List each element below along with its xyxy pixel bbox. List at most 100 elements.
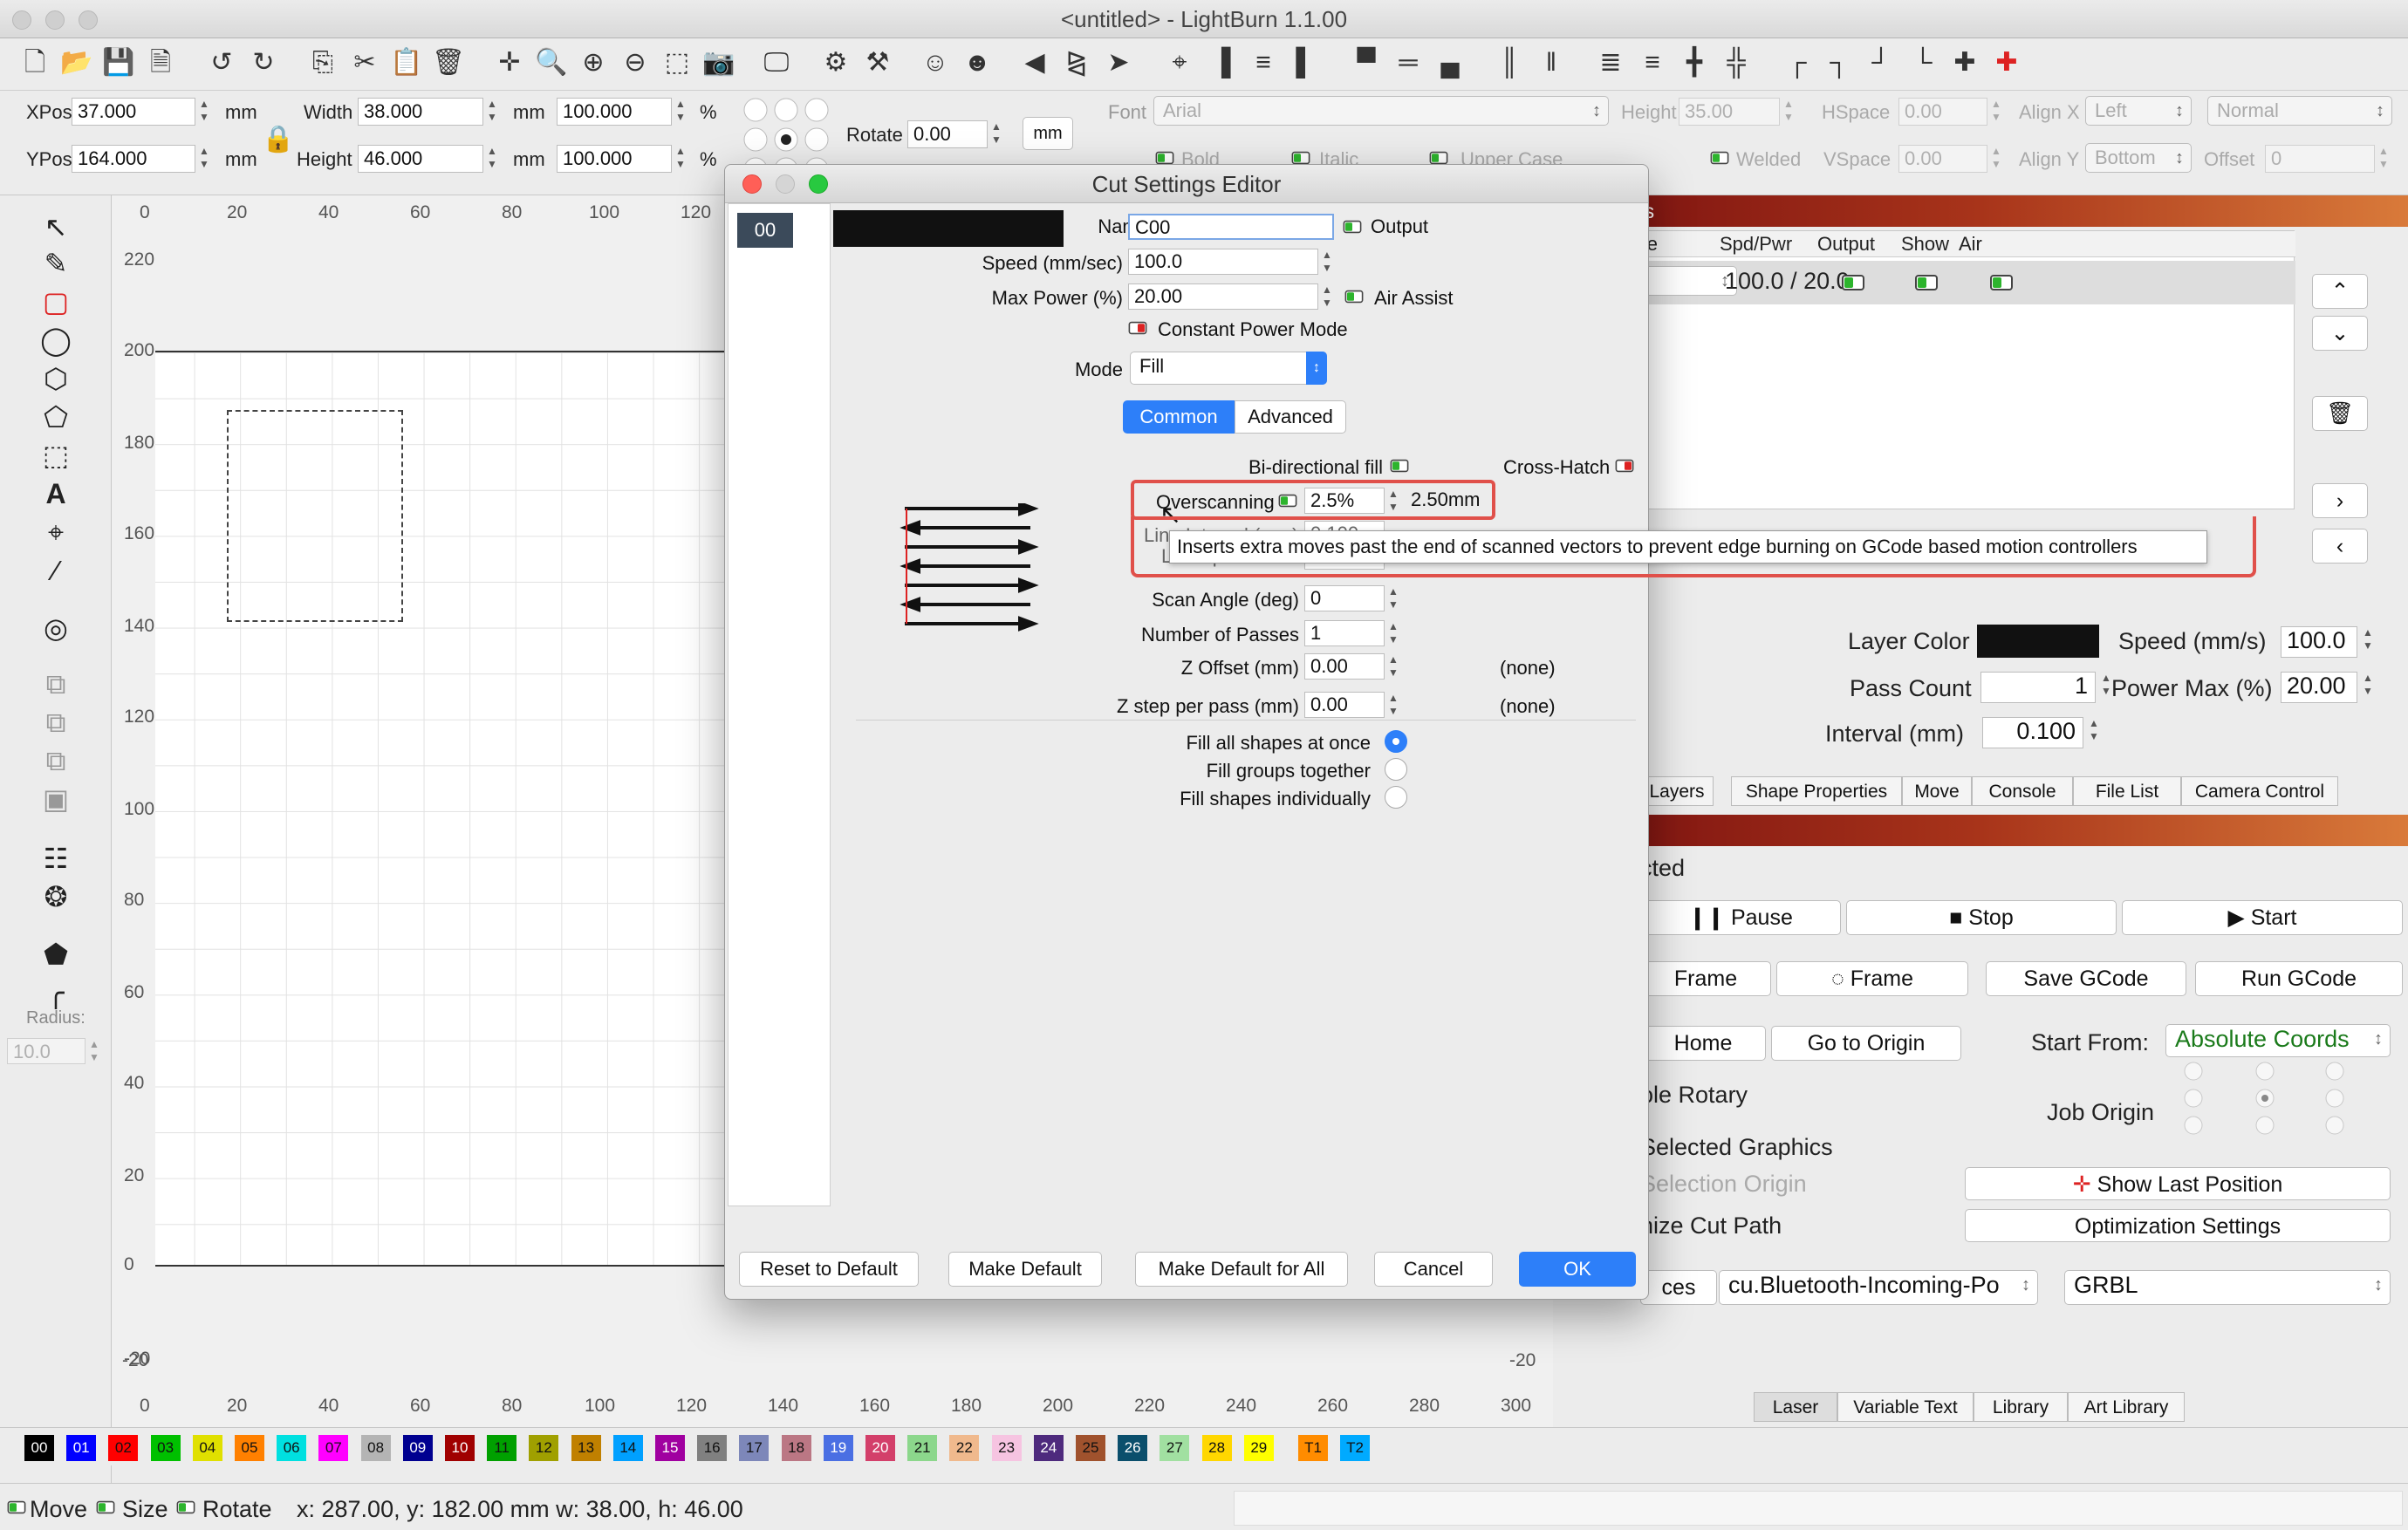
send-icon[interactable]: ➤ [1101,45,1136,80]
height-input[interactable]: 46.000 [358,145,483,173]
size-toggle[interactable] [96,1500,115,1514]
font-height-input[interactable]: 35.00 [1679,98,1780,126]
mode-select[interactable]: Fill [1130,352,1327,385]
tab-layers[interactable]: Layers [1640,776,1714,806]
passes-input[interactable]: 1 [1304,620,1385,646]
layer-show-toggle[interactable] [1915,275,1938,290]
make-default-for-all-button[interactable]: Make Default for All [1135,1252,1348,1287]
width-input[interactable]: 38.000 [358,98,483,126]
camera-icon[interactable]: 📷 [701,45,736,80]
width-percent-input[interactable]: 100.000 [557,98,672,126]
align-right-icon[interactable]: ▌ [1288,45,1323,80]
fill-all-radio[interactable] [1385,730,1407,753]
italic-toggle[interactable] [1291,151,1310,165]
uppercase-toggle[interactable] [1429,151,1448,165]
ypos-stepper[interactable]: ▲ ▼ [197,145,211,173]
height-stepper[interactable]: ▲ ▼ [485,145,499,173]
minimize-window-button[interactable] [45,10,65,30]
palette-swatch-29[interactable]: 29 [1243,1435,1274,1461]
layer-color-bar[interactable] [833,210,1064,247]
font-height-stepper[interactable]: ▲ ▼ [1782,98,1796,126]
flip-horizontal-icon[interactable]: ◀ [1017,45,1052,80]
job-origin-selector[interactable] [2171,1061,2363,1136]
move-layer-up-button[interactable]: ⌃ [2312,274,2368,309]
speed-input[interactable]: 100.0 [1128,249,1318,275]
zoom-out-icon[interactable]: ⊖ [618,45,653,80]
save-icon[interactable]: 💾 [101,45,136,80]
output-toggle[interactable] [1343,220,1362,234]
palette-swatch-03[interactable]: 03 [150,1435,181,1461]
tab-laser[interactable]: Laser [1754,1392,1837,1422]
cut-icon[interactable]: ✂ [347,45,382,80]
palette-swatch-24[interactable]: 24 [1033,1435,1064,1461]
width-pct-stepper[interactable]: ▲ ▼ [674,98,688,126]
max-power-input[interactable]: 20.00 [1128,283,1318,310]
frame-button[interactable]: Frame [1640,961,1771,996]
palette-swatch-28[interactable]: 28 [1201,1435,1232,1461]
start-from-select[interactable]: Absolute Coords [2165,1024,2391,1057]
palette-swatch-16[interactable]: 16 [697,1435,728,1461]
offset-stepper[interactable]: ▲ ▼ [2377,145,2391,173]
node-edit-icon[interactable]: ⬟ [37,937,75,972]
fill-groups-radio[interactable] [1385,758,1407,781]
users-icon[interactable]: ☺ [918,45,953,80]
palette-swatch-14[interactable]: 14 [612,1435,643,1461]
collapse-panel-button[interactable]: ‹ [2312,529,2368,564]
hspace-input[interactable]: 0.00 [1898,98,1987,126]
palette-swatch-06[interactable]: 06 [277,1435,307,1461]
palette-swatch-08[interactable]: 08 [360,1435,391,1461]
palette-swatch-05[interactable]: 05 [235,1435,264,1461]
boolean-intersect-icon[interactable]: ⧉ [37,743,75,778]
pencil-icon[interactable]: ✎ [37,246,75,281]
scan-angle-input[interactable]: 0 [1304,585,1385,611]
z-offset-input[interactable]: 0.00 [1304,653,1385,680]
crosshair-icon[interactable]: ✚ [1947,45,1982,80]
group-icon[interactable]: ╬ [1719,45,1754,80]
palette-swatch-22[interactable]: 22 [949,1435,980,1461]
palette-swatch-25[interactable]: 25 [1076,1435,1105,1461]
radius-input[interactable]: 10.0 [7,1038,86,1064]
max-power-stepper[interactable]: ▲ ▼ [1320,283,1334,311]
palette-swatch-07[interactable]: 07 [318,1435,349,1461]
hspace-stepper[interactable]: ▲ ▼ [1989,98,2003,126]
measure-icon[interactable]: ∕ [37,553,75,588]
constant-power-toggle[interactable] [1128,321,1147,335]
go-to-origin-button[interactable]: Go to Origin [1771,1026,1961,1061]
text-icon[interactable]: A [37,476,75,511]
height-percent-input[interactable]: 100.000 [557,145,672,173]
dialog-close-button[interactable] [742,174,762,194]
palette-swatch-23[interactable]: 23 [991,1435,1022,1461]
offset-shape-icon[interactable]: ◎ [37,611,75,645]
z-step-stepper[interactable]: ▲ ▼ [1386,692,1400,720]
palette-swatch-18[interactable]: 18 [781,1435,811,1461]
tab-advanced[interactable]: Advanced [1235,400,1346,434]
radius-stepper[interactable]: ▲ ▼ [87,1038,101,1066]
tab-camera-control[interactable]: Camera Control [2181,776,2338,806]
space-h-icon[interactable]: ≣ [1593,45,1628,80]
dock-icon[interactable]: ╋ [1677,45,1712,80]
air-assist-toggle[interactable] [1344,290,1364,304]
align-middle-icon[interactable]: ═ [1391,45,1426,80]
align-bottom-icon[interactable]: ▄ [1433,45,1467,80]
bold-toggle[interactable] [1155,151,1174,165]
rotate-toggle[interactable] [176,1500,195,1514]
boolean-subtract-icon[interactable]: ⧉ [37,705,75,740]
cancel-button[interactable]: Cancel [1374,1252,1493,1287]
delete-icon[interactable]: 🗑 [431,45,466,80]
power-max-stepper[interactable]: ▲ ▼ [2361,672,2375,700]
palette-swatch-09[interactable]: 09 [402,1435,433,1461]
fill-individually-radio[interactable] [1385,786,1407,809]
circular-frame-button[interactable]: ◌ Frame [1776,961,1968,996]
controller-select[interactable]: GRBL [2064,1270,2391,1305]
tab-file-list[interactable]: File List [2073,776,2181,806]
palette-swatch-T1[interactable]: T1 [1298,1435,1328,1461]
target-icon[interactable]: ⌖ [1162,45,1197,80]
dialog-minimize-button[interactable] [776,174,795,194]
palette-swatch-27[interactable]: 27 [1160,1435,1190,1461]
text-style-select[interactable]: Normal [2207,96,2392,126]
distribute-v-icon[interactable]: ‖ [1534,45,1569,80]
save-as-icon[interactable]: 🗎 [143,45,178,80]
make-default-button[interactable]: Make Default [948,1252,1102,1287]
font-select[interactable]: Arial [1153,96,1609,126]
aligny-select[interactable]: Bottom [2085,143,2192,173]
